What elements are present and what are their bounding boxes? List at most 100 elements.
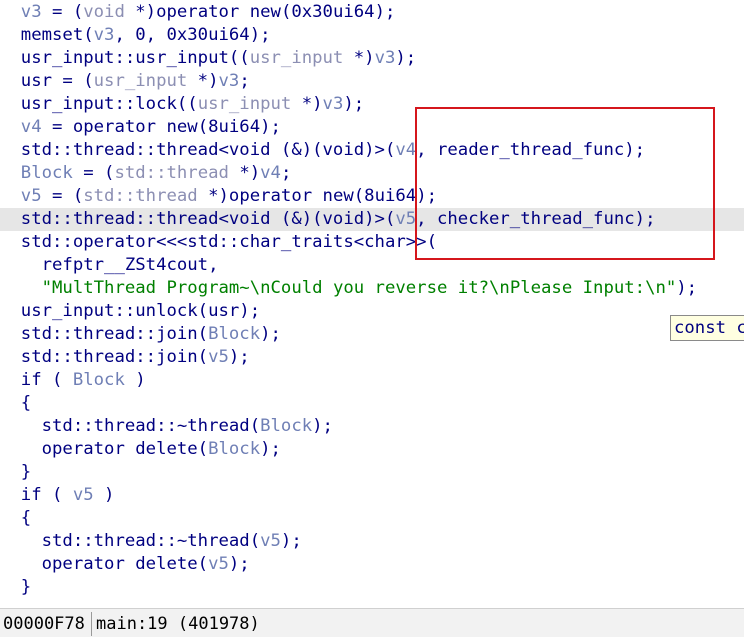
code-line[interactable]: std::operator<<<std::char_traits<char>>( bbox=[0, 231, 744, 254]
code-line[interactable]: } bbox=[0, 576, 744, 599]
code-token-variable[interactable]: v5 bbox=[208, 554, 229, 574]
code-token-variable[interactable]: v4 bbox=[0, 117, 42, 137]
code-line[interactable]: std::thread::join(Block); bbox=[0, 323, 744, 346]
status-location: main:19 (401978) bbox=[96, 614, 260, 634]
code-token-text: ); bbox=[280, 531, 302, 551]
code-token-type: void bbox=[83, 2, 125, 22]
code-token-text: } bbox=[0, 577, 32, 597]
code-token-variable[interactable]: Block bbox=[208, 324, 260, 344]
code-token-text: operator delete( bbox=[0, 554, 209, 574]
code-token-variable[interactable]: v3 bbox=[375, 48, 396, 68]
code-token-string: "MultThread Program~\nCould you reverse … bbox=[41, 278, 677, 298]
code-token-text: ); bbox=[228, 554, 250, 574]
code-token-text: ); bbox=[312, 416, 333, 436]
code-token-text: *) bbox=[291, 94, 323, 114]
code-token-text: ); bbox=[395, 48, 417, 68]
code-token-variable[interactable]: Block bbox=[208, 439, 260, 459]
code-line[interactable]: v4 = operator new(8ui64); bbox=[0, 116, 744, 139]
code-token-variable[interactable]: Block bbox=[0, 163, 73, 183]
code-line[interactable]: usr_input::lock((usr_input *)v3); bbox=[0, 93, 744, 116]
code-token-variable[interactable]: v3 bbox=[0, 2, 42, 22]
code-token-text: , 0, 0x30ui64); bbox=[114, 25, 271, 45]
code-token-text: ); bbox=[228, 347, 250, 367]
code-token-variable[interactable]: v5 bbox=[260, 531, 281, 551]
code-token-text: , reader_thread_func); bbox=[416, 140, 646, 160]
code-token-variable[interactable]: v3 bbox=[94, 25, 115, 45]
code-line[interactable]: { bbox=[0, 507, 744, 530]
code-token-text: memset( bbox=[0, 25, 94, 45]
code-token-variable[interactable]: v5 bbox=[73, 485, 94, 505]
code-token-variable[interactable]: v3 bbox=[219, 71, 240, 91]
code-token-text: = ( bbox=[72, 163, 115, 183]
code-token-text: std::thread::~thread( bbox=[0, 531, 261, 551]
code-token-variable[interactable]: v5 bbox=[395, 209, 416, 229]
code-token-text: std::thread::join( bbox=[0, 324, 209, 344]
code-token-variable[interactable]: Block bbox=[73, 370, 125, 390]
code-line[interactable]: operator delete(v5); bbox=[0, 553, 744, 576]
code-token-text: usr_input::unlock(usr); bbox=[0, 301, 261, 321]
code-token-text: { bbox=[0, 508, 32, 528]
code-token-text: ) bbox=[93, 485, 115, 505]
code-token-text: std::thread::thread<void (&)(void)>( bbox=[0, 209, 396, 229]
code-token-text: , checker_thread_func); bbox=[416, 209, 656, 229]
hover-tooltip: const c bbox=[670, 315, 744, 341]
code-token-text: std::thread::join( bbox=[0, 347, 209, 367]
code-line[interactable]: v5 = (std::thread *)operator new(8ui64); bbox=[0, 185, 744, 208]
code-line[interactable]: v3 = (void *)operator new(0x30ui64); bbox=[0, 1, 744, 24]
status-file-offset: 00000F78 bbox=[3, 614, 85, 634]
code-token-text: ; bbox=[239, 71, 250, 91]
code-line[interactable]: refptr__ZSt4cout, bbox=[0, 254, 744, 277]
code-token-text: if ( bbox=[0, 370, 73, 390]
code-token-text: ; bbox=[280, 163, 292, 183]
code-token-type: usr_input bbox=[93, 71, 188, 91]
code-line[interactable]: std::thread::thread<void (&)(void)>(v4, … bbox=[0, 139, 744, 162]
code-token-type: usr_input bbox=[249, 48, 344, 68]
code-token-text: *)operator new(0x30ui64); bbox=[124, 2, 396, 22]
code-line[interactable]: usr_input::unlock(usr); bbox=[0, 300, 744, 323]
code-token-variable[interactable]: v3 bbox=[323, 94, 344, 114]
code-token-text: } bbox=[0, 462, 32, 482]
code-token-text: usr_input::lock(( bbox=[0, 94, 198, 114]
code-token-text: std::operator<<<std::char_traits<char>>( bbox=[0, 232, 437, 252]
code-token-text: ); bbox=[260, 439, 281, 459]
code-token-text: *) bbox=[228, 163, 261, 183]
code-line-current[interactable]: std::thread::thread<void (&)(void)>(v5, … bbox=[0, 208, 744, 231]
code-token-variable[interactable]: v5 bbox=[0, 186, 42, 206]
code-line[interactable]: if ( Block ) bbox=[0, 369, 744, 392]
code-line[interactable]: usr = (usr_input *)v3; bbox=[0, 70, 744, 93]
code-line[interactable]: "MultThread Program~\nCould you reverse … bbox=[0, 277, 744, 300]
code-token-text: operator delete( bbox=[0, 439, 209, 459]
code-token-variable[interactable]: Block bbox=[260, 416, 312, 436]
code-token-text: = ( bbox=[41, 2, 84, 22]
code-token-text: refptr__ZSt4cout, bbox=[0, 255, 219, 275]
code-line[interactable]: memset(v3, 0, 0x30ui64); bbox=[0, 24, 744, 47]
pseudocode-editor[interactable]: v3 = (void *)operator new(0x30ui64); mem… bbox=[0, 0, 744, 608]
code-token-variable[interactable]: v5 bbox=[208, 347, 229, 367]
code-token-text: *) bbox=[187, 71, 219, 91]
code-line[interactable]: std::thread::join(v5); bbox=[0, 346, 744, 369]
status-bar: 00000F78 main:19 (401978) bbox=[0, 608, 744, 637]
code-token-text: std::thread::~thread( bbox=[0, 416, 261, 436]
status-separator bbox=[91, 612, 92, 636]
code-token-variable[interactable]: v4 bbox=[395, 140, 416, 160]
code-token-text: if ( bbox=[0, 485, 73, 505]
code-token-text: ); bbox=[343, 94, 365, 114]
code-line[interactable]: operator delete(Block); bbox=[0, 438, 744, 461]
code-line[interactable]: { bbox=[0, 392, 744, 415]
code-token-text: ) bbox=[124, 370, 146, 390]
code-line[interactable]: } bbox=[0, 461, 744, 484]
code-token-text: ); bbox=[676, 278, 698, 298]
code-line[interactable]: std::thread::~thread(v5); bbox=[0, 530, 744, 553]
code-token-variable[interactable]: v4 bbox=[260, 163, 281, 183]
code-line[interactable]: Block = (std::thread *)v4; bbox=[0, 162, 744, 185]
code-token-text: usr = ( bbox=[0, 71, 94, 91]
code-token-text: *)operator new(8ui64); bbox=[197, 186, 437, 206]
code-line[interactable]: usr_input::usr_input((usr_input *)v3); bbox=[0, 47, 744, 70]
code-token-type: std::thread bbox=[83, 186, 198, 206]
code-token-type: usr_input bbox=[197, 94, 292, 114]
code-line[interactable]: std::thread::~thread(Block); bbox=[0, 415, 744, 438]
code-token-text: std::thread::thread<void (&)(void)>( bbox=[0, 140, 396, 160]
code-token-text: = ( bbox=[41, 186, 84, 206]
code-line[interactable]: if ( v5 ) bbox=[0, 484, 744, 507]
